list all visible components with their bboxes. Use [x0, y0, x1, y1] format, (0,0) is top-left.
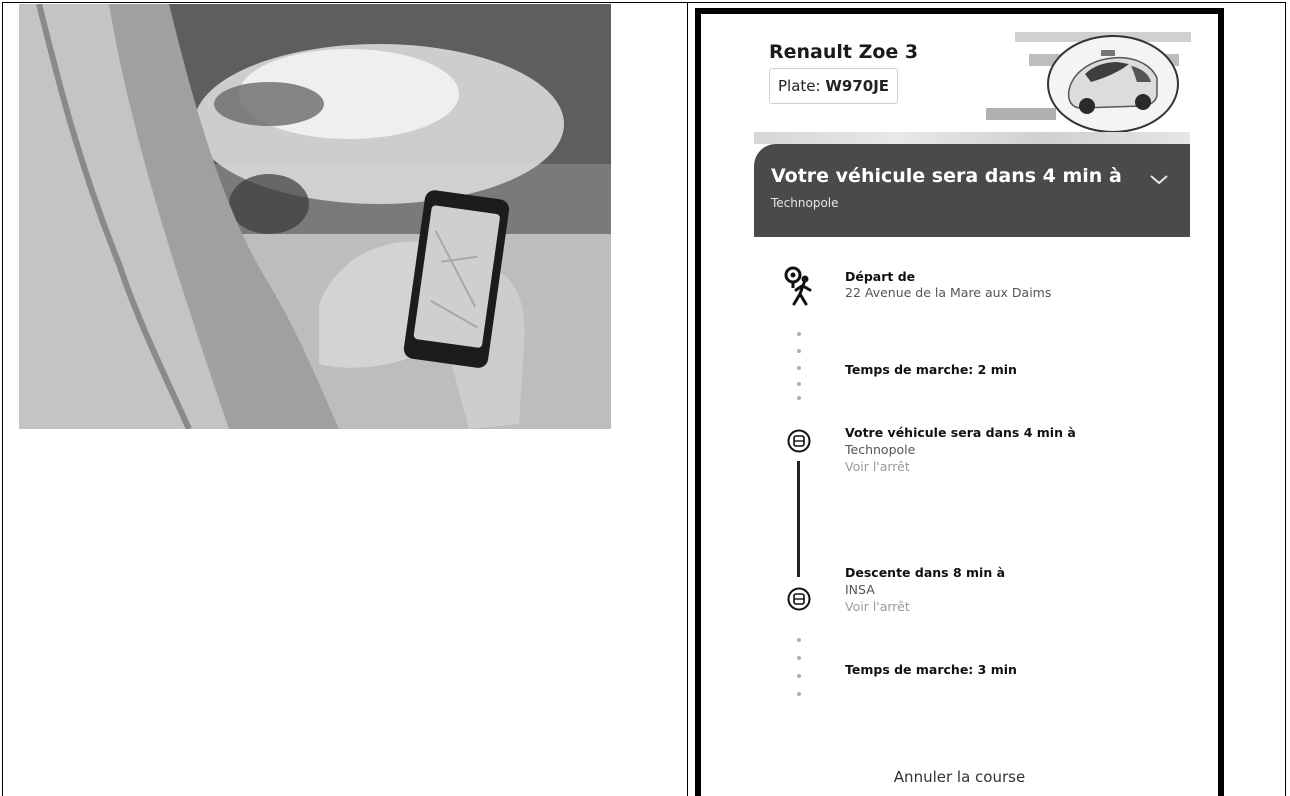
- step-dropoff-view-stop-link[interactable]: Voir l'arrêt: [845, 599, 910, 614]
- step-departure-address: 22 Avenue de la Mare aux Daims: [845, 285, 1052, 300]
- step-pickup-stop: Technopole: [845, 442, 916, 457]
- timeline-dot: [797, 382, 801, 386]
- bus-stop-icon: [787, 587, 811, 611]
- step-pickup-title: Votre véhicule sera dans 4 min à: [845, 425, 1076, 440]
- trip-timeline: Départ de 22 Avenue de la Mare aux Daims…: [701, 14, 1218, 796]
- walking-person-pin-icon: [784, 266, 812, 306]
- timeline-dot: [797, 396, 801, 400]
- timeline-dot: [797, 366, 801, 370]
- timeline-dot: [797, 692, 801, 696]
- bus-stop-icon: [787, 429, 811, 453]
- app-screen: Renault Zoe 3 Plate: W970JE Votre véhicu…: [695, 8, 1224, 796]
- step-dropoff-title: Descente dans 8 min à: [845, 565, 1006, 580]
- timeline-dot: [797, 638, 801, 642]
- photo-woman-using-phone: [19, 4, 611, 429]
- timeline-dot: [797, 674, 801, 678]
- timeline-dot: [797, 349, 801, 353]
- step-walk-1-title: Temps de marche: 2 min: [845, 362, 1017, 377]
- table-divider: [687, 2, 688, 796]
- step-departure-title: Départ de: [845, 269, 916, 284]
- step-walk-2-title: Temps de marche: 3 min: [845, 662, 1017, 677]
- timeline-dot: [797, 332, 801, 336]
- step-pickup-view-stop-link[interactable]: Voir l'arrêt: [845, 459, 910, 474]
- timeline-dot: [797, 656, 801, 660]
- cancel-ride-button[interactable]: Annuler la course: [701, 768, 1218, 786]
- step-dropoff-stop: INSA: [845, 582, 875, 597]
- ride-line: [797, 461, 800, 577]
